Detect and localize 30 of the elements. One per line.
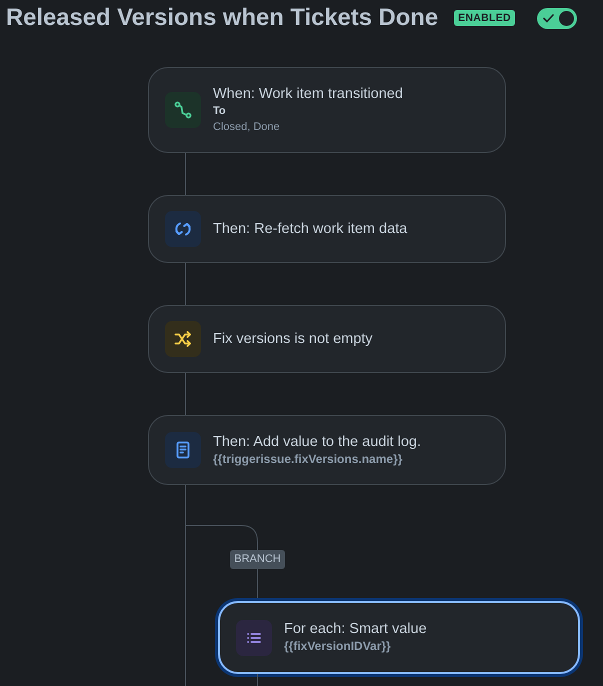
node-title: Then: Re-fetch work item data [213, 220, 408, 238]
workflow-node[interactable]: Then: Add value to the audit log. {{triggerissue.fixVersions.name}} [148, 415, 506, 485]
workflow-node[interactable]: Then: Re-fetch work item data [148, 195, 506, 263]
status-badge: ENABLED [454, 10, 515, 26]
connector-line [185, 153, 186, 195]
connector-line [185, 263, 186, 305]
path-icon [165, 92, 201, 128]
rule-title: Released Versions when Tickets Done [6, 4, 438, 32]
connector-line [257, 569, 258, 601]
node-title: For each: Smart value [284, 620, 427, 638]
smart-value-text: {{triggerissue.fixVersions.name}} [213, 450, 402, 468]
node-title: Then: Add value to the audit log. [213, 432, 421, 450]
document-icon [165, 432, 201, 468]
connector-line [257, 674, 258, 686]
smart-value-text: {{fixVersionIDVar}} [284, 638, 391, 655]
check-icon [542, 14, 554, 22]
workflow-node[interactable]: For each: Smart value {{fixVersionIDVar}} [218, 601, 580, 674]
toggle-switch[interactable] [536, 8, 577, 28]
node-title: When: Work item transitioned [213, 85, 403, 103]
field-label: To [213, 104, 226, 119]
branch-label: BRANCH [230, 550, 285, 569]
branch-connector [186, 525, 258, 551]
workflow-node[interactable]: Fix versions is not empty [148, 305, 506, 373]
node-title: Fix versions is not empty [213, 330, 373, 348]
field-value: Closed, Done [213, 120, 280, 135]
list-icon [236, 620, 272, 656]
refresh-icon [165, 211, 201, 247]
shuffle-icon [165, 321, 201, 357]
workflow-node[interactable]: When: Work item transitioned To Closed, Done [148, 67, 506, 153]
connector-line [185, 373, 186, 415]
